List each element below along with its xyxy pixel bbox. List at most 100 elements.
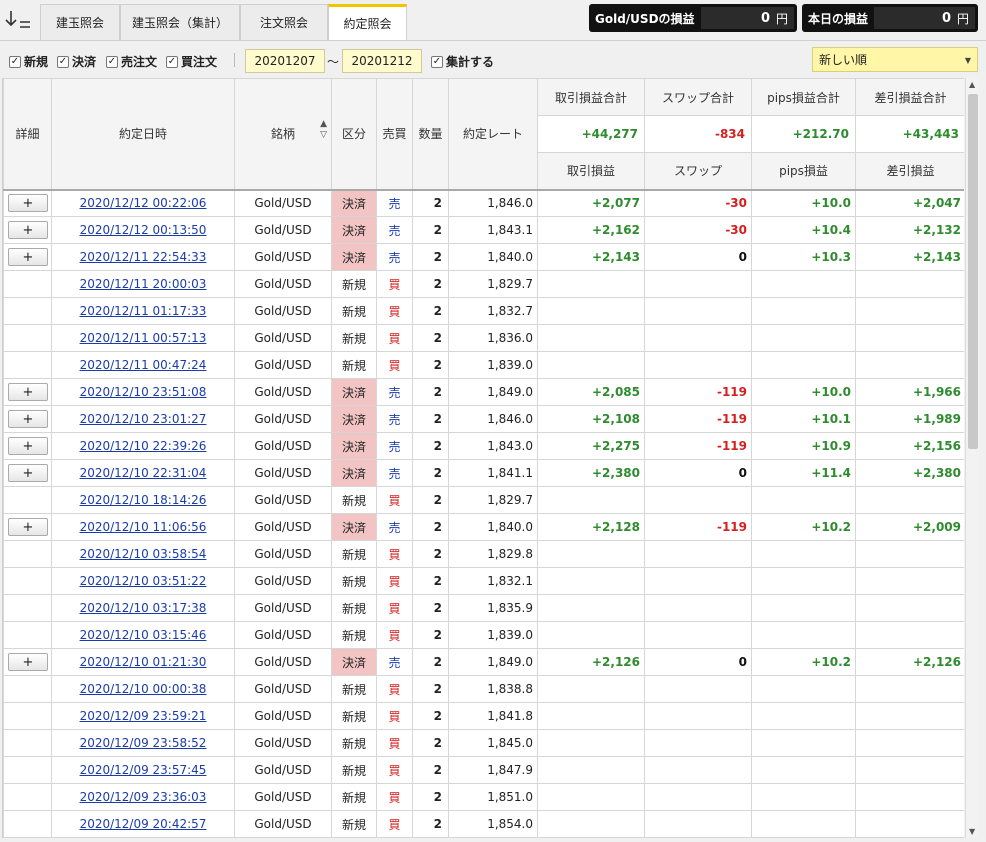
rate-cell: 1,849.0 <box>448 648 538 676</box>
trade-pl-cell <box>537 297 645 325</box>
rate-cell: 1,849.0 <box>448 378 538 406</box>
qty-cell: 2 <box>412 324 449 352</box>
qty-cell: 2 <box>412 513 449 541</box>
symbol-cell: Gold/USD <box>234 783 332 811</box>
expand-detail-button[interactable]: + <box>8 221 48 239</box>
net-cell <box>855 702 964 730</box>
sort-arrows-icon[interactable]: ▲ ▽ <box>320 119 327 141</box>
vertical-scrollbar[interactable]: ▲ ▼ <box>965 78 979 838</box>
filter-sell-checkbox[interactable]: ✓ 売注文 <box>106 53 157 70</box>
datetime-cell: 2020/12/12 00:22:06 <box>51 189 235 217</box>
execution-datetime-link[interactable]: 2020/12/10 03:51:22 <box>56 574 230 588</box>
expand-detail-button[interactable]: + <box>8 194 48 213</box>
execution-datetime-link[interactable]: 2020/12/11 20:00:03 <box>56 277 230 291</box>
execution-datetime-link[interactable]: 2020/12/10 23:51:08 <box>56 385 230 399</box>
kubun-cell: 新規 <box>331 729 377 757</box>
table-row: 2020/12/10 03:15:46 Gold/USD 新規買 2 1,839.0 <box>3 621 964 649</box>
rate-cell: 1,846.0 <box>448 405 538 433</box>
expand-detail-button[interactable]: + <box>8 383 48 401</box>
pips-cell: +10.4 <box>751 216 856 244</box>
table-row: 2020/12/10 03:17:38 Gold/USD 新規買 2 1,835.9 <box>3 594 964 622</box>
execution-datetime-link[interactable]: 2020/12/12 00:22:06 <box>56 196 230 210</box>
detail-cell <box>3 324 52 352</box>
header-swap-total: スワップ合計 <box>644 78 752 116</box>
execution-datetime-link[interactable]: 2020/12/10 00:00:38 <box>56 682 230 696</box>
execution-datetime-link[interactable]: 2020/12/10 22:39:26 <box>56 439 230 453</box>
header-net: 差引損益 <box>855 152 964 191</box>
qty-cell: 2 <box>412 486 449 514</box>
execution-datetime-link[interactable]: 2020/12/09 23:36:03 <box>56 790 230 804</box>
side-cell: 買 <box>376 675 413 703</box>
datetime-cell: 2020/12/10 23:51:08 <box>51 378 235 406</box>
checkbox-label: 買注文 <box>181 55 218 69</box>
execution-datetime-link[interactable]: 2020/12/10 18:14:26 <box>56 493 230 507</box>
scrollbar-thumb[interactable] <box>968 94 978 449</box>
table-row: +2020/12/10 23:51:08 Gold/USD 決済売 2 1,849.0 +… <box>3 378 964 406</box>
tab-executions[interactable]: 約定照会 <box>328 4 407 40</box>
kubun-cell: 決済 <box>331 513 377 541</box>
sort-down-icon[interactable] <box>4 8 34 32</box>
execution-datetime-link[interactable]: 2020/12/10 03:15:46 <box>56 628 230 642</box>
checkmark-icon: ✓ <box>106 55 118 68</box>
trade-pl-cell: +2,275 <box>537 432 645 460</box>
expand-detail-button[interactable]: + <box>8 437 48 455</box>
tab-positions[interactable]: 建玉照会 <box>40 4 120 40</box>
filter-buy-checkbox[interactable]: ✓ 買注文 <box>166 53 217 70</box>
symbol-cell: Gold/USD <box>234 594 332 622</box>
divider <box>234 53 235 67</box>
execution-datetime-link[interactable]: 2020/12/10 01:21:30 <box>56 655 230 669</box>
execution-datetime-link[interactable]: 2020/12/12 00:13:50 <box>56 223 230 237</box>
expand-detail-button[interactable]: + <box>8 464 48 482</box>
header-datetime[interactable]: 約定日時 <box>51 78 235 191</box>
filter-settle-checkbox[interactable]: ✓ 決済 <box>57 53 96 70</box>
table-row: +2020/12/10 22:39:26 Gold/USD 決済売 2 1,843.0 +… <box>3 432 964 460</box>
trade-pl-cell <box>537 270 645 298</box>
execution-datetime-link[interactable]: 2020/12/11 22:54:33 <box>56 250 230 264</box>
trade-pl-cell: +2,085 <box>537 378 645 406</box>
today-pl-box: 本日の損益 0円 <box>802 4 978 32</box>
execution-datetime-link[interactable]: 2020/12/10 03:17:38 <box>56 601 230 615</box>
execution-datetime-link[interactable]: 2020/12/11 00:57:13 <box>56 331 230 345</box>
filter-new-checkbox[interactable]: ✓ 新規 <box>9 53 48 70</box>
rate-cell: 1,829.8 <box>448 540 538 568</box>
side-cell: 買 <box>376 297 413 325</box>
checkbox-label: 売注文 <box>121 55 158 69</box>
expand-detail-button[interactable]: + <box>8 518 48 536</box>
today-pl-number: 0 <box>941 10 951 26</box>
header-symbol[interactable]: 銘柄 ▲ ▽ <box>234 78 332 191</box>
date-to-input[interactable] <box>342 49 422 73</box>
execution-datetime-link[interactable]: 2020/12/09 23:58:52 <box>56 736 230 750</box>
execution-datetime-link[interactable]: 2020/12/09 23:57:45 <box>56 763 230 777</box>
tab-orders[interactable]: 注文照会 <box>240 4 328 40</box>
sort-order-select[interactable]: 新しい順 ▼ <box>812 47 978 72</box>
kubun-cell: 決済 <box>331 432 377 460</box>
kubun-cell: 新規 <box>331 351 377 379</box>
gold-pl-box: Gold/USDの損益 0円 <box>589 4 797 32</box>
execution-datetime-link[interactable]: 2020/12/11 00:47:24 <box>56 358 230 372</box>
scroll-down-icon[interactable]: ▼ <box>969 827 975 836</box>
swap-cell <box>644 783 752 811</box>
execution-datetime-link[interactable]: 2020/12/09 20:42:57 <box>56 817 230 831</box>
swap-cell: 0 <box>644 459 752 487</box>
expand-detail-button[interactable]: + <box>8 653 48 671</box>
table-header: 詳細 約定日時 銘柄 ▲ ▽ 区分 売買 数量 約定レート 取引損益合計 スワップ… <box>3 78 964 191</box>
table-row: +2020/12/12 00:22:06 Gold/USD 決済売 2 1,846.0 +… <box>3 189 964 217</box>
scroll-up-icon[interactable]: ▲ <box>969 80 975 89</box>
execution-datetime-link[interactable]: 2020/12/11 01:17:33 <box>56 304 230 318</box>
net-cell: +2,047 <box>855 189 964 217</box>
aggregate-checkbox[interactable]: ✓ 集計する <box>431 53 494 70</box>
symbol-cell: Gold/USD <box>234 540 332 568</box>
expand-detail-button[interactable]: + <box>8 248 48 266</box>
symbol-cell: Gold/USD <box>234 756 332 784</box>
gold-pl-unit: 円 <box>775 11 788 26</box>
tab-positions-summary[interactable]: 建玉照会（集計） <box>120 4 240 40</box>
expand-detail-button[interactable]: + <box>8 410 48 428</box>
execution-datetime-link[interactable]: 2020/12/10 03:58:54 <box>56 547 230 561</box>
execution-datetime-link[interactable]: 2020/12/10 23:01:27 <box>56 412 230 426</box>
execution-datetime-link[interactable]: 2020/12/09 23:59:21 <box>56 709 230 723</box>
side-cell: 売 <box>376 243 413 271</box>
execution-datetime-link[interactable]: 2020/12/10 22:31:04 <box>56 466 230 480</box>
execution-datetime-link[interactable]: 2020/12/10 11:06:56 <box>56 520 230 534</box>
swap-cell <box>644 702 752 730</box>
date-from-input[interactable] <box>245 49 325 73</box>
